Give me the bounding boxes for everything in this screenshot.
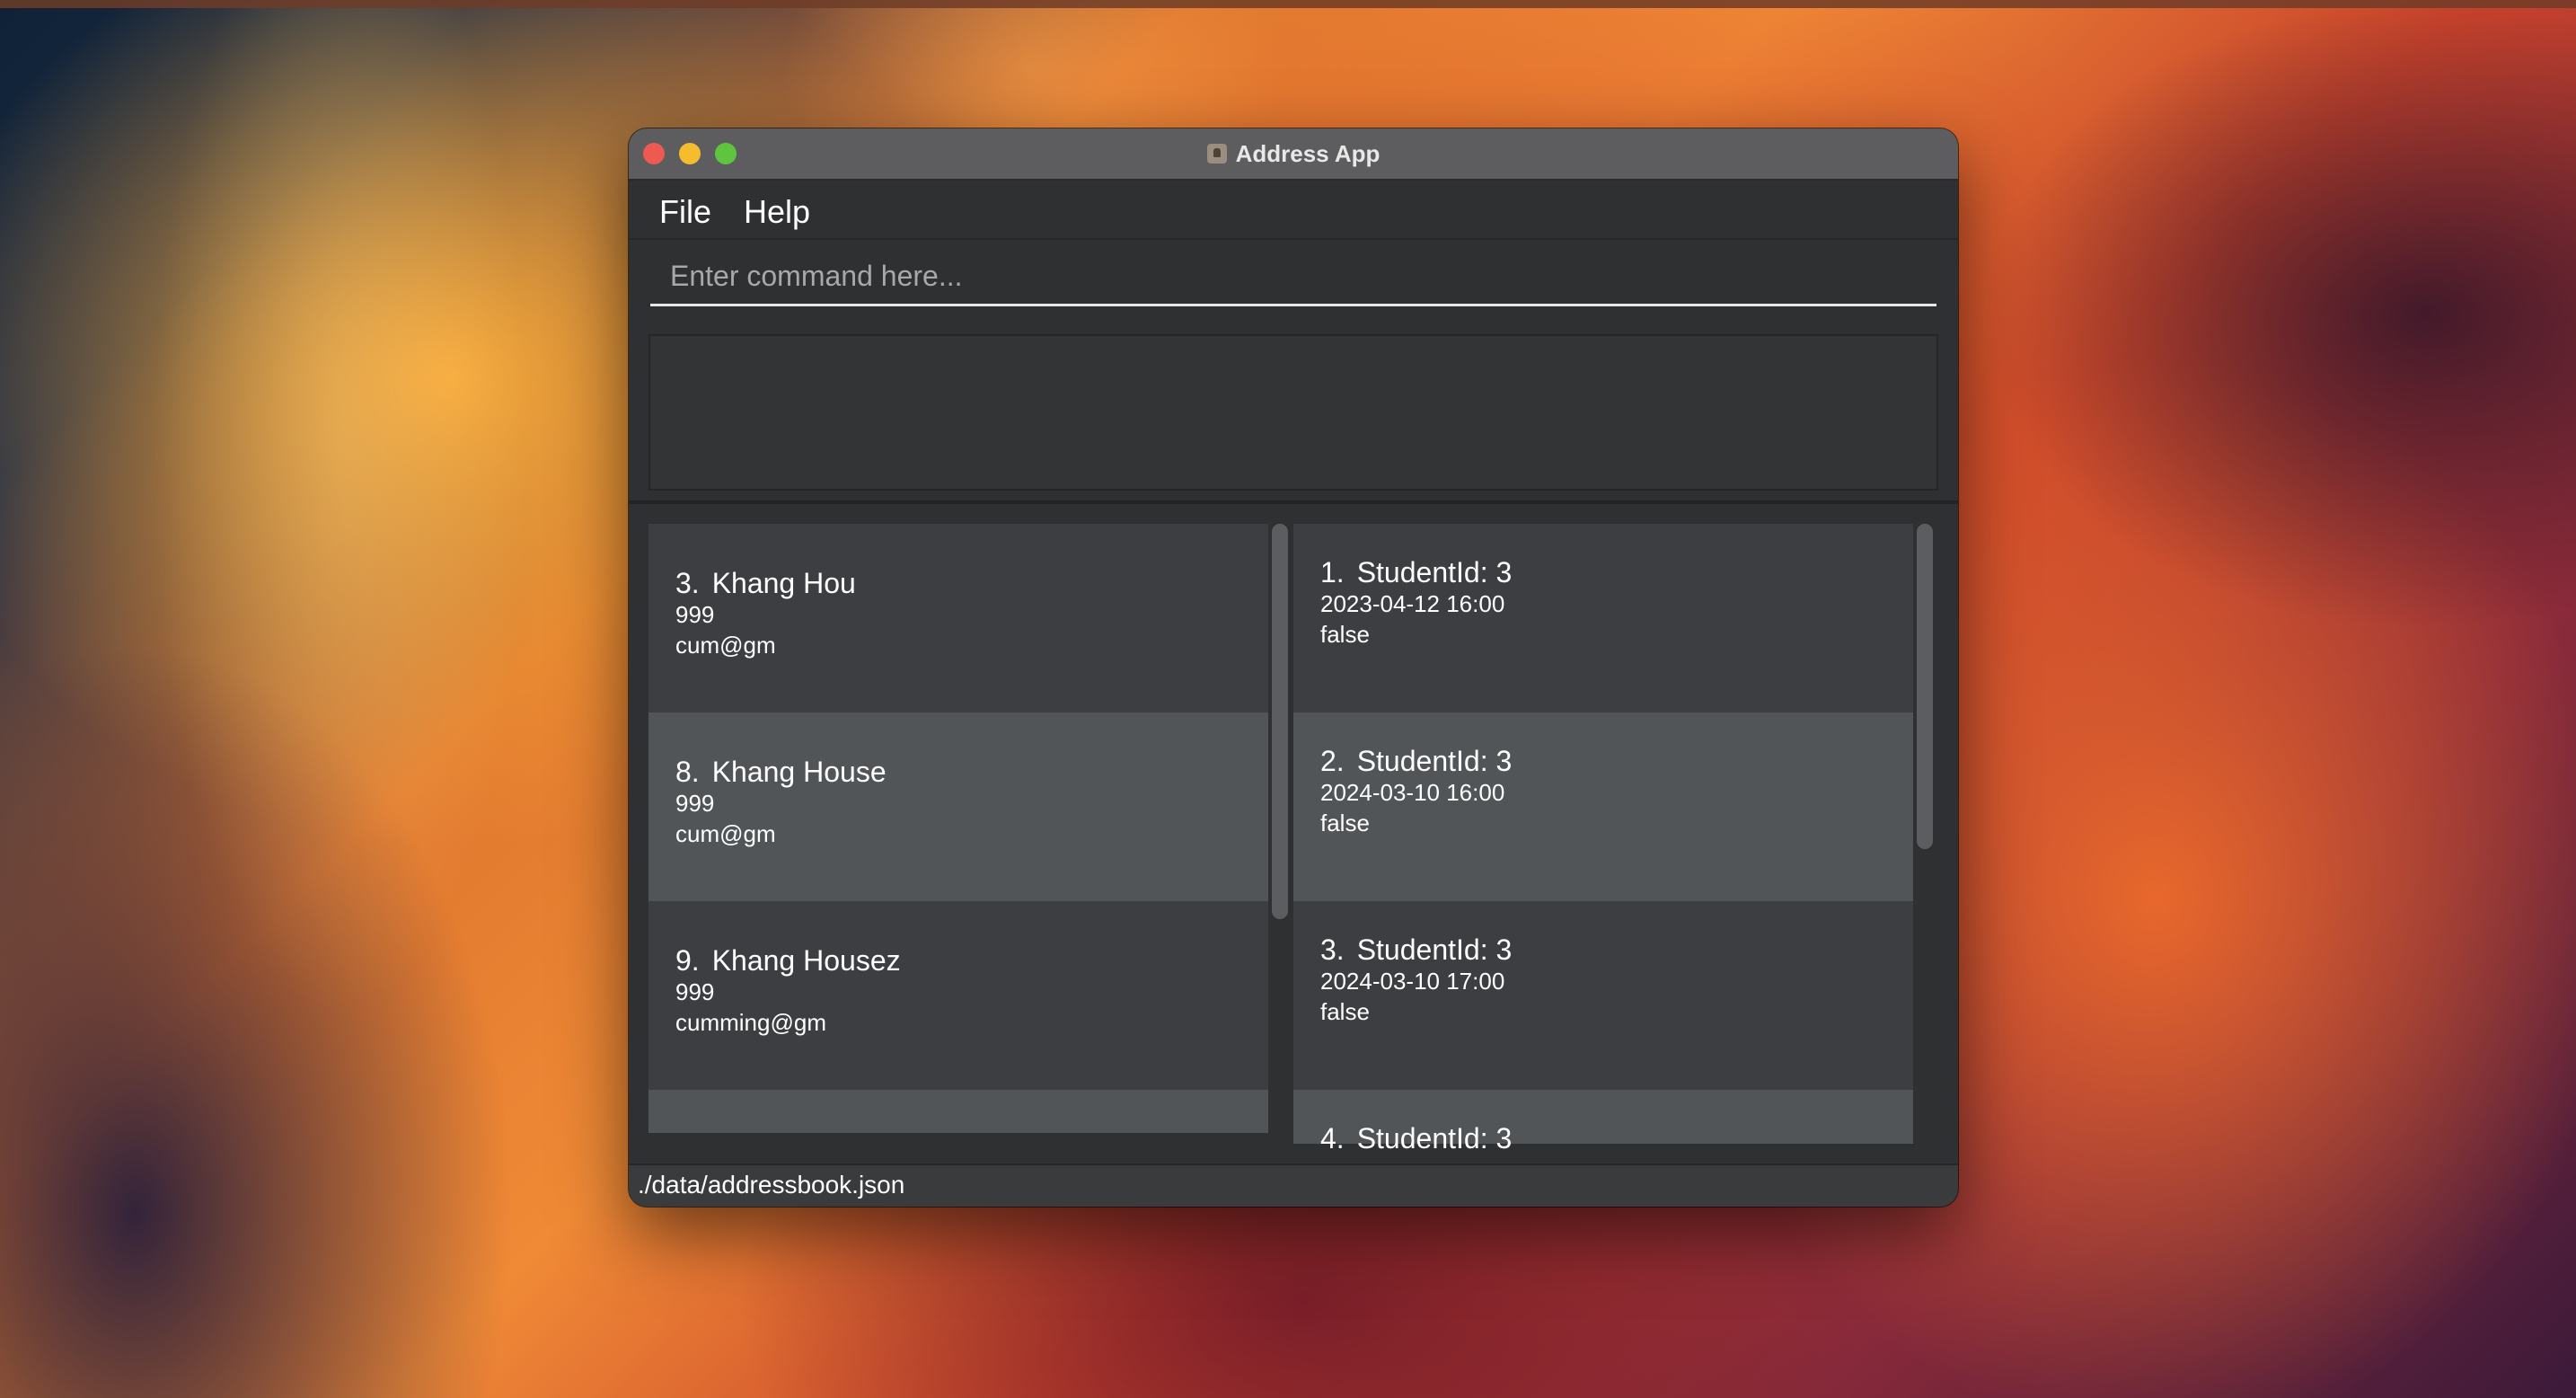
session-status: false <box>1320 998 1370 1025</box>
session-index: 2. <box>1320 745 1345 777</box>
session-title-row: 1. StudentId: 3 <box>1320 556 1913 590</box>
person-email: cum@gm <box>675 820 776 847</box>
person-index: 9. <box>675 944 700 977</box>
status-bar: ./data/addressbook.json <box>629 1164 1958 1207</box>
session-student-id: StudentId: 3 <box>1356 745 1513 777</box>
address-app-window: Address App File Help 3. Khang Hou 999 cu… <box>629 128 1958 1207</box>
command-input[interactable] <box>650 249 1936 306</box>
session-status: false <box>1320 810 1370 836</box>
session-title-row: 4. StudentId: 3 <box>1320 1122 1913 1156</box>
system-menu-bar <box>0 0 2576 8</box>
result-display[interactable] <box>648 334 1938 491</box>
session-datetime: 2024-03-10 17:00 <box>1320 968 1505 995</box>
person-phone: 999 <box>675 790 715 817</box>
person-index: 3. <box>675 567 700 599</box>
window-title: Address App <box>1235 139 1381 167</box>
session-index: 3. <box>1320 933 1345 966</box>
session-title-row: 2. StudentId: 3 <box>1320 745 1913 779</box>
person-name-row: 9. Khang Housez <box>675 944 1268 978</box>
session-card[interactable]: 1. StudentId: 3 2023-04-12 16:00 false <box>1293 524 1913 712</box>
session-datetime: 2024-03-10 16:00 <box>1320 779 1505 806</box>
session-index: 1. <box>1320 556 1345 588</box>
person-name: Khang House <box>711 756 887 788</box>
session-list[interactable]: 1. StudentId: 3 2023-04-12 16:00 false 2.… <box>1293 524 1913 1207</box>
address-book-icon <box>1206 144 1227 164</box>
title-bar[interactable]: Address App <box>629 128 1958 181</box>
session-list-viewport: 1. StudentId: 3 2023-04-12 16:00 false 2.… <box>1293 524 1913 1207</box>
person-list-viewport: 3. Khang Hou 999 cum@gm 8. Khang House 999… <box>648 524 1268 1207</box>
person-name: Khang Housez <box>711 944 901 977</box>
person-card[interactable]: 3. Khang Hou 999 cum@gm <box>648 524 1268 712</box>
person-email: cumming@gm <box>675 1009 826 1036</box>
session-student-id: StudentId: 3 <box>1356 556 1513 588</box>
person-list-scrollbar[interactable] <box>1272 524 1288 919</box>
person-name: Khang Hou <box>711 567 856 599</box>
person-email: cum@gm <box>675 632 776 659</box>
section-divider <box>629 500 1958 504</box>
person-index: 8. <box>675 756 700 788</box>
session-card[interactable]: 3. StudentId: 3 2024-03-10 17:00 false <box>1293 901 1913 1090</box>
session-student-id: StudentId: 3 <box>1356 933 1513 966</box>
save-location-path: ./data/addressbook.json <box>638 1171 905 1199</box>
menu-help[interactable]: Help <box>744 193 810 231</box>
person-card[interactable]: 8. Khang House 999 cum@gm <box>648 712 1268 901</box>
person-card[interactable]: 9. Khang Housez 999 cumming@gm <box>648 901 1268 1090</box>
person-name-row: 3. Khang Hou <box>675 567 1268 601</box>
menu-file[interactable]: File <box>659 193 711 231</box>
session-list-scrollbar[interactable] <box>1917 524 1933 849</box>
session-datetime: 2023-04-12 16:00 <box>1320 590 1505 617</box>
session-student-id: StudentId: 3 <box>1356 1122 1513 1155</box>
person-phone: 999 <box>675 978 715 1005</box>
menu-bar: File Help <box>629 181 1958 240</box>
person-name-row: 8. Khang House <box>675 756 1268 790</box>
person-phone: 999 <box>675 601 715 628</box>
session-title-row: 3. StudentId: 3 <box>1320 933 1913 968</box>
session-status: false <box>1320 621 1370 648</box>
person-list[interactable]: 3. Khang Hou 999 cum@gm 8. Khang House 999… <box>648 524 1268 1207</box>
session-card[interactable]: 4. StudentId: 3 <box>1293 1090 1913 1155</box>
session-index: 4. <box>1320 1122 1345 1155</box>
title-wrapper: Address App <box>629 128 1958 179</box>
person-card-partial[interactable] <box>648 1090 1268 1133</box>
session-card[interactable]: 2. StudentId: 3 2024-03-10 16:00 false <box>1293 712 1913 901</box>
